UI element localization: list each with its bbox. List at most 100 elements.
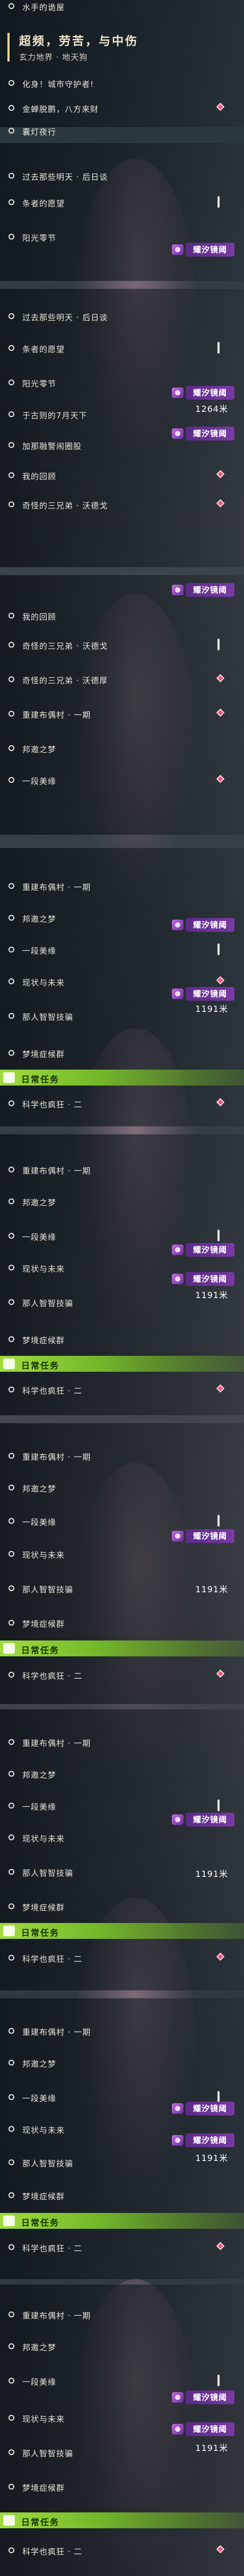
quest-status-icon (8, 1672, 14, 1678)
quest-row[interactable]: 现状与未来 (0, 1542, 244, 1567)
quest-title: 阳光零节 (22, 379, 57, 389)
reward-label: 耀汐镜阈 (186, 1813, 234, 1827)
quest-marker-icon (216, 674, 225, 683)
quest-title: 一段美缘 (22, 2094, 57, 2103)
quest-row[interactable]: 条者的愿望 (0, 191, 244, 215)
quest-row[interactable]: 水手的诡屋 (0, 0, 244, 19)
quest-row[interactable]: 重建布偶村 · 一期 (0, 702, 244, 727)
quest-row[interactable]: 我的回顾 (0, 604, 244, 629)
quest-status-icon (8, 1265, 14, 1271)
quest-row[interactable]: 科学也疯狂 · 二 (0, 1378, 244, 1402)
quest-row[interactable]: 梦境症候群 (0, 1042, 244, 1066)
quest-row[interactable]: 邦邀之梦 (0, 1476, 244, 1501)
quest-row[interactable]: 化身！城市守护者! (0, 72, 244, 96)
scrollbar[interactable] (217, 943, 220, 955)
quest-row[interactable]: 过去那些明天 · 后日谈 (0, 305, 244, 329)
quest-row[interactable]: 一段美缘 (0, 938, 244, 963)
quest-row[interactable]: 科学也疯狂 · 二 (0, 1092, 244, 1116)
quest-row[interactable]: 重建布偶村 · 一期 (0, 875, 244, 899)
quest-title: 重建布偶村 · 一期 (22, 883, 91, 892)
quest-title: 梦境症候群 (22, 1619, 65, 1629)
quest-status-icon (8, 947, 14, 952)
quest-title: 现状与未来 (22, 1264, 65, 1274)
quest-row[interactable]: 梦境症候群 (0, 2184, 244, 2208)
quest-title: 一段美缘 (22, 2377, 57, 2387)
distance-count: 1191米 (195, 1004, 228, 1014)
quest-row[interactable]: 重建布偶村 · 一期 (0, 1444, 244, 1469)
daily-tag-icon (3, 1072, 15, 1083)
quest-title: 现状与未来 (22, 978, 65, 987)
quest-status-icon (8, 1834, 14, 1840)
scrollbar[interactable] (217, 2091, 220, 2103)
daily-label: 日常任务 (21, 2218, 60, 2228)
quest-status-icon (8, 1233, 14, 1239)
quest-row[interactable]: 科学也疯狂 · 二 (0, 2236, 244, 2260)
quest-row[interactable]: 条者的愿望 (0, 337, 244, 361)
crystal-icon (172, 2392, 184, 2403)
quest-title: 过去那些明天 · 后日谈 (22, 172, 108, 182)
daily-label: 日常任务 (21, 1361, 60, 1371)
quest-row[interactable]: 梦境症候群 (0, 1328, 244, 1352)
quest-row[interactable]: 奇怪的三兄弟 · 沃德厚 (0, 668, 244, 692)
reward-label: 耀汐镜阈 (186, 583, 234, 597)
quest-row[interactable]: 科学也疯狂 · 二 (0, 1663, 244, 1688)
scrollbar[interactable] (217, 342, 220, 354)
distance-count: 1191米 (195, 1290, 228, 1300)
scrollbar[interactable] (217, 1230, 220, 1241)
quest-status-icon (8, 1013, 14, 1019)
quest-row[interactable]: 梦境症候群 (0, 1895, 244, 1919)
quest-row[interactable]: 金蝉脱鹏，八方来财 (0, 96, 244, 121)
scrollbar[interactable] (217, 1799, 220, 1811)
quest-title: 科学也疯狂 · 二 (22, 1671, 83, 1681)
daily-quest-banner: 日常任务 (0, 1070, 244, 1086)
quest-row[interactable]: 重建布偶村 · 一期 (0, 2303, 244, 2327)
quest-row[interactable]: 科学也疯狂 · 二 (0, 1946, 244, 1971)
reward-badge: 耀汐镜阈 (172, 918, 237, 932)
quest-title: 邦邀之梦 (22, 2059, 57, 2069)
quest-row[interactable]: 现状与未来 (0, 1826, 244, 1850)
reward-label: 耀汐镜阈 (186, 2102, 234, 2115)
quest-row[interactable]: 邦邀之梦 (0, 737, 244, 761)
quest-title: 科学也疯狂 · 二 (22, 2547, 83, 2556)
quest-title: 邦邀之梦 (22, 1484, 57, 1494)
page-title: 超频，劳苦，与中伤 (19, 35, 139, 48)
quest-row[interactable]: 梦境症候群 (0, 1611, 244, 1636)
quest-row[interactable]: 重建布偶村 · 一期 (0, 1731, 244, 1755)
scrollbar[interactable] (217, 2375, 220, 2386)
quest-title: 一段美缘 (22, 1518, 57, 1527)
quest-row[interactable]: 梦境症候群 (0, 2475, 244, 2500)
scrollbar[interactable] (217, 639, 220, 650)
quest-marker-icon (216, 708, 225, 717)
crystal-icon (172, 1274, 184, 1284)
quest-row[interactable]: 奇怪的三兄弟 · 沃德戈 (0, 493, 244, 517)
quest-status-icon (8, 345, 14, 351)
quest-title: 科学也疯狂 · 二 (22, 1100, 83, 1109)
scrollbar[interactable] (217, 1515, 220, 1527)
quest-status-icon (8, 199, 14, 205)
quest-row[interactable]: 邦邀之梦 (0, 1762, 244, 1787)
quest-row[interactable]: 囊灯夜行 (0, 119, 244, 144)
quest-marker-icon (216, 2545, 225, 2554)
scrollbar[interactable] (217, 196, 220, 208)
quest-row[interactable]: 邦邀之梦 (0, 2051, 244, 2076)
quest-status-icon (8, 2244, 14, 2250)
quest-row[interactable]: 奇怪的三兄弟 · 沃德戈 (0, 633, 244, 658)
quest-row[interactable]: 邦邀之梦 (0, 2335, 244, 2359)
daily-label: 日常任务 (21, 1928, 60, 1938)
quest-row[interactable]: 科学也疯狂 · 二 (0, 2539, 244, 2563)
quest-status-icon (8, 711, 14, 717)
reward-badge: 耀汐镜阈 (172, 987, 237, 1001)
quest-status-icon (8, 411, 14, 417)
quest-title: 科学也疯狂 · 二 (22, 1954, 83, 1964)
quest-row[interactable]: 我的回顾 (0, 464, 244, 488)
quest-row[interactable]: 邦邀之梦 (0, 1190, 244, 1214)
quest-status-icon (8, 2159, 14, 2165)
quest-status-icon (8, 2449, 14, 2455)
daily-label: 日常任务 (21, 1645, 60, 1655)
quest-row[interactable]: 重建布偶村 · 一期 (0, 2019, 244, 2044)
daily-label: 日常任务 (21, 1074, 60, 1084)
quest-title: 条者的愿望 (22, 199, 65, 208)
quest-row[interactable]: 一段美缘 (0, 769, 244, 793)
quest-row[interactable]: 重建布偶村 · 一期 (0, 1158, 244, 1183)
quest-row[interactable]: 过去那些明天 · 后日谈 (0, 164, 244, 189)
